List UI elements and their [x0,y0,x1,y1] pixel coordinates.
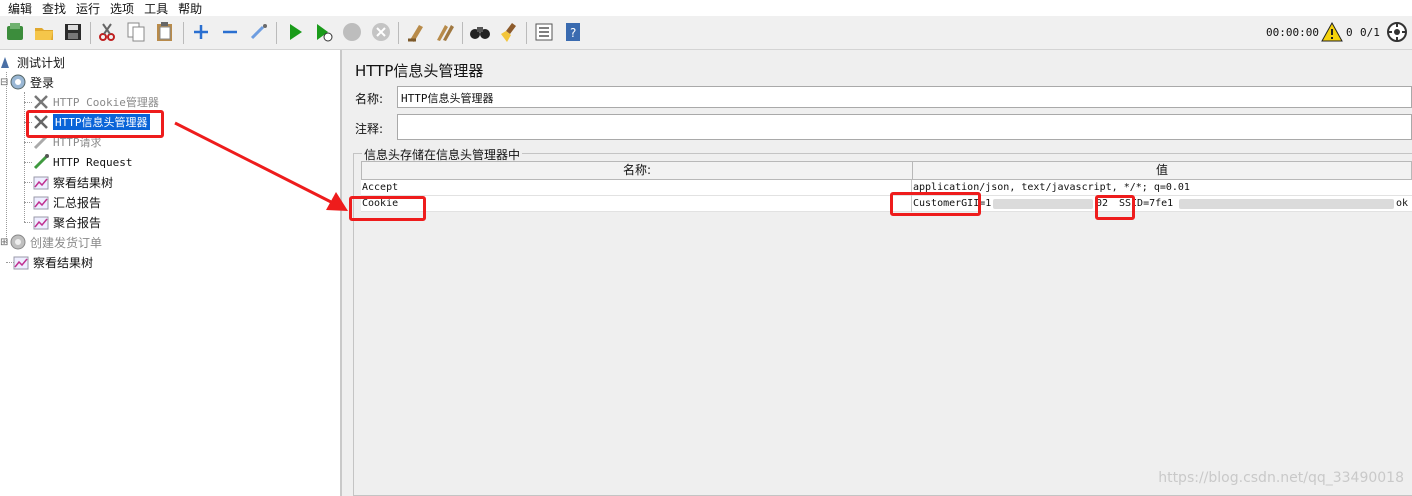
help-icon[interactable]: ? [561,20,585,44]
start-no-pause-icon[interactable] [311,20,335,44]
chart-icon [32,193,50,211]
menu-tools[interactable]: 工具 [144,0,168,17]
name-input[interactable]: HTTP信息头管理器 [397,86,1412,108]
redacted-value [993,199,1093,209]
header-value-cell[interactable]: application/json, text/javascript, */*; … [912,180,1410,195]
redacted-value [1179,199,1394,209]
comment-input[interactable] [397,114,1412,140]
collapse-toggle-icon[interactable]: ⊟ [0,77,9,88]
search-icon[interactable] [468,20,492,44]
active-threads: 0/1 [1360,26,1380,39]
remote-status-icon[interactable] [1385,20,1409,44]
tree-node-test-plan[interactable]: 测试计划 [0,53,65,71]
table-row[interactable]: Accept application/json, text/javascript… [361,180,1412,196]
start-icon[interactable] [283,20,307,44]
reset-search-icon[interactable] [497,20,521,44]
column-name-header[interactable]: 名称: [362,162,912,179]
tree-node-aggregate-report[interactable]: 聚合报告 [32,213,101,231]
tree-node-login-group[interactable]: ⊟ 登录 [0,73,54,91]
table-header: 名称: 值 [361,161,1412,180]
templates-icon[interactable] [3,20,27,44]
chart-icon [12,253,30,271]
tree-node-summary-report[interactable]: 汇总报告 [32,193,101,211]
svg-text:?: ? [570,26,576,40]
expand-toggle-icon[interactable]: ⊞ [0,237,9,248]
menu-run[interactable]: 运行 [76,0,100,17]
thread-group-icon [9,233,27,251]
warning-icon[interactable] [1320,20,1344,44]
chart-icon [32,173,50,191]
comment-label: 注释: [355,122,384,136]
table-row[interactable]: Cookie CustomerGII=1 02 SSID=7fe1 ok [361,196,1412,212]
clear-all-icon[interactable] [433,20,457,44]
paste-icon[interactable] [153,20,177,44]
save-icon[interactable] [61,20,85,44]
column-value-header[interactable]: 值 [913,162,1411,179]
header-name-cell[interactable]: Cookie [361,196,910,211]
tree-node-view-results-tree-2[interactable]: 察看结果树 [12,253,93,271]
menu-edit[interactable]: 编辑 [8,0,32,17]
panel-title: HTTP信息头管理器 [355,62,484,80]
tree-node-http-request[interactable]: HTTP Request [32,153,132,171]
tree-node-create-order-group[interactable]: ⊞ 创建发货订单 [0,233,102,251]
annotation-box-ssid [1095,195,1135,220]
elapsed-time: 00:00:00 [1266,26,1319,39]
annotation-box-tree-node [26,110,164,138]
annotation-box-cookie-name [349,196,426,221]
thread-group-icon [9,73,27,91]
cut-icon[interactable] [95,20,119,44]
toolbar: ? 00:00:00 0 0/1 [0,16,1412,50]
header-name-cell[interactable]: Accept [361,180,910,195]
menu-search[interactable]: 查找 [42,0,66,17]
menu-help[interactable]: 帮助 [178,0,202,17]
clear-icon[interactable] [404,20,428,44]
wrench-icon [32,93,50,111]
chart-icon [32,213,50,231]
annotation-box-customer-gii [890,192,981,216]
name-label: 名称: [355,92,384,106]
menu-options[interactable]: 选项 [110,0,134,17]
warning-count: 0 [1346,26,1353,39]
open-icon[interactable] [32,20,56,44]
menu-bar: 编辑 查找 运行 选项 工具 帮助 [0,0,1412,16]
toggle-icon[interactable] [247,20,271,44]
tree-node-view-results-tree[interactable]: 察看结果树 [32,173,113,191]
header-manager-panel: HTTP信息头管理器 名称: HTTP信息头管理器 注释: 信息头存储在信息头管… [344,50,1412,496]
stop-icon[interactable] [340,20,364,44]
expand-icon[interactable] [189,20,213,44]
function-helper-icon[interactable] [532,20,556,44]
collapse-icon[interactable] [218,20,242,44]
copy-icon[interactable] [124,20,148,44]
watermark: https://blog.csdn.net/qq_33490018 [1158,470,1404,486]
cookie-value-end: ok [1396,198,1409,209]
test-plan-icon [0,53,14,71]
sampler-icon [32,153,50,171]
tree-node-cookie-manager[interactable]: HTTP Cookie管理器 [32,93,159,111]
shutdown-icon[interactable] [369,20,393,44]
